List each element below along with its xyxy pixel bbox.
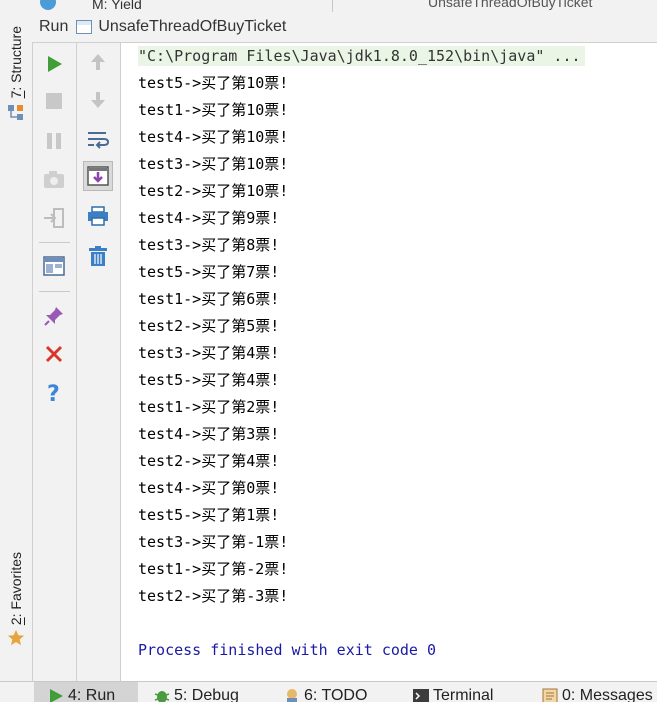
tab-todo-label: 6: TODO	[304, 687, 368, 702]
tab-run[interactable]: 4: Run	[34, 682, 138, 702]
run-toolbar-primary: ?	[33, 43, 77, 681]
run-icon	[50, 689, 63, 702]
left-tool-strip: 7: Structure 2: Favorites	[0, 12, 33, 681]
star-icon	[7, 630, 25, 646]
pin-tab-button[interactable]	[39, 301, 69, 331]
console-line: test4->买了第10票!	[138, 128, 289, 146]
soft-wrap-button[interactable]	[83, 124, 113, 154]
close-button[interactable]	[39, 339, 69, 369]
run-config-icon	[76, 20, 93, 34]
pause-button[interactable]	[39, 126, 69, 156]
console-line: test2->买了第10票!	[138, 182, 289, 200]
close-icon	[45, 345, 63, 363]
trash-icon	[89, 246, 107, 266]
console-line: test4->买了第0票!	[138, 479, 280, 497]
up-arrow-icon	[91, 54, 105, 70]
structure-tab[interactable]: 7: Structure	[0, 26, 32, 122]
tab-terminal[interactable]: Terminal	[413, 687, 493, 702]
tab-todo[interactable]: 6: TODO	[284, 687, 367, 702]
scroll-to-end-icon	[87, 166, 109, 186]
console-line: test3->买了第10票!	[138, 155, 289, 173]
editor-tab-yield[interactable]: M: Yield	[92, 0, 142, 12]
console-line: test5->买了第4票!	[138, 371, 280, 389]
camera-icon	[44, 171, 64, 188]
tab-run-label: 4: Run	[68, 687, 116, 702]
run-config-tab[interactable]: UnsafeThreadOfBuyTicket	[98, 18, 286, 36]
next-occurrence-button[interactable]	[83, 85, 113, 115]
console-line: test1->买了第-2票!	[138, 560, 289, 578]
down-arrow-icon	[91, 92, 105, 108]
svg-text:?: ?	[47, 382, 60, 405]
toolbar-separator	[39, 242, 70, 243]
run-toolbar-secondary	[77, 43, 121, 681]
console-output[interactable]: "C:\Program Files\Java\jdk1.8.0_152\bin\…	[121, 43, 657, 681]
help-button[interactable]: ?	[39, 378, 69, 408]
tab-divider	[332, 0, 333, 12]
run-icon	[48, 56, 62, 72]
tab-messages[interactable]: 0: Messages	[542, 687, 653, 702]
restore-layout-button[interactable]	[39, 251, 69, 281]
console-line: test4->买了第3票!	[138, 425, 280, 443]
editor-tab-icon	[40, 0, 56, 10]
pin-icon	[44, 307, 63, 326]
console-line: test1->买了第2票!	[138, 398, 280, 416]
tab-debug[interactable]: 5: Debug	[154, 687, 239, 702]
console-command-line[interactable]: "C:\Program Files\Java\jdk1.8.0_152\bin\…	[138, 46, 585, 66]
console-line: test5->买了第10票!	[138, 74, 289, 92]
console-line: test5->买了第7票!	[138, 263, 280, 281]
favorites-tab[interactable]: 2: Favorites	[0, 552, 32, 647]
editor-tab-unsafe-thread[interactable]: UnsafeThreadOfBuyTicket	[428, 0, 592, 10]
tab-terminal-label: Terminal	[433, 687, 494, 702]
structure-tab-label: 7: Structure	[8, 26, 24, 99]
console-line: test1->买了第6票!	[138, 290, 280, 308]
toolbar-separator	[39, 291, 70, 292]
todo-icon	[287, 689, 297, 702]
exit-button[interactable]	[39, 203, 69, 233]
console-line: test2->买了第4票!	[138, 452, 280, 470]
rerun-button[interactable]	[39, 49, 69, 79]
clear-all-button[interactable]	[83, 241, 113, 271]
soft-wrap-icon	[88, 132, 110, 149]
print-icon	[88, 206, 108, 226]
exit-icon	[44, 208, 64, 228]
print-button[interactable]	[83, 201, 113, 231]
console-line: test2->买了第-3票!	[138, 587, 289, 605]
tab-messages-label: 0: Messages	[562, 687, 653, 702]
tab-debug-label: 5: Debug	[174, 687, 239, 702]
terminal-icon	[413, 689, 429, 702]
favorites-tab-label: 2: Favorites	[8, 552, 24, 626]
console-line: test3->买了第-1票!	[138, 533, 289, 551]
bottom-tool-tabs: 4: Run 5: Debug 6: TODO Terminal 0: Mess…	[0, 681, 657, 702]
process-exit-message: Process finished with exit code 0	[138, 641, 437, 659]
console-line: test1->买了第10票!	[138, 101, 289, 119]
run-tool-window-header: Run UnsafeThreadOfBuyTicket	[32, 12, 657, 43]
run-window-title: Run	[39, 18, 69, 35]
layout-icon	[43, 256, 65, 276]
console-line: test3->买了第4票!	[138, 344, 280, 362]
console-line: test5->买了第1票!	[138, 506, 280, 524]
stop-button[interactable]	[39, 86, 69, 116]
dump-threads-button[interactable]	[39, 164, 69, 194]
console-line: test4->买了第9票!	[138, 209, 280, 227]
console-line: test2->买了第5票!	[138, 317, 280, 335]
pause-icon	[47, 133, 61, 149]
scroll-to-end-button[interactable]	[83, 161, 113, 191]
previous-occurrence-button[interactable]	[83, 47, 113, 77]
structure-icon	[8, 105, 23, 121]
messages-icon	[542, 688, 558, 702]
console-line: test3->买了第8票!	[138, 236, 280, 254]
bug-icon	[154, 691, 170, 702]
help-icon: ?	[47, 382, 60, 405]
stop-icon	[46, 93, 62, 109]
